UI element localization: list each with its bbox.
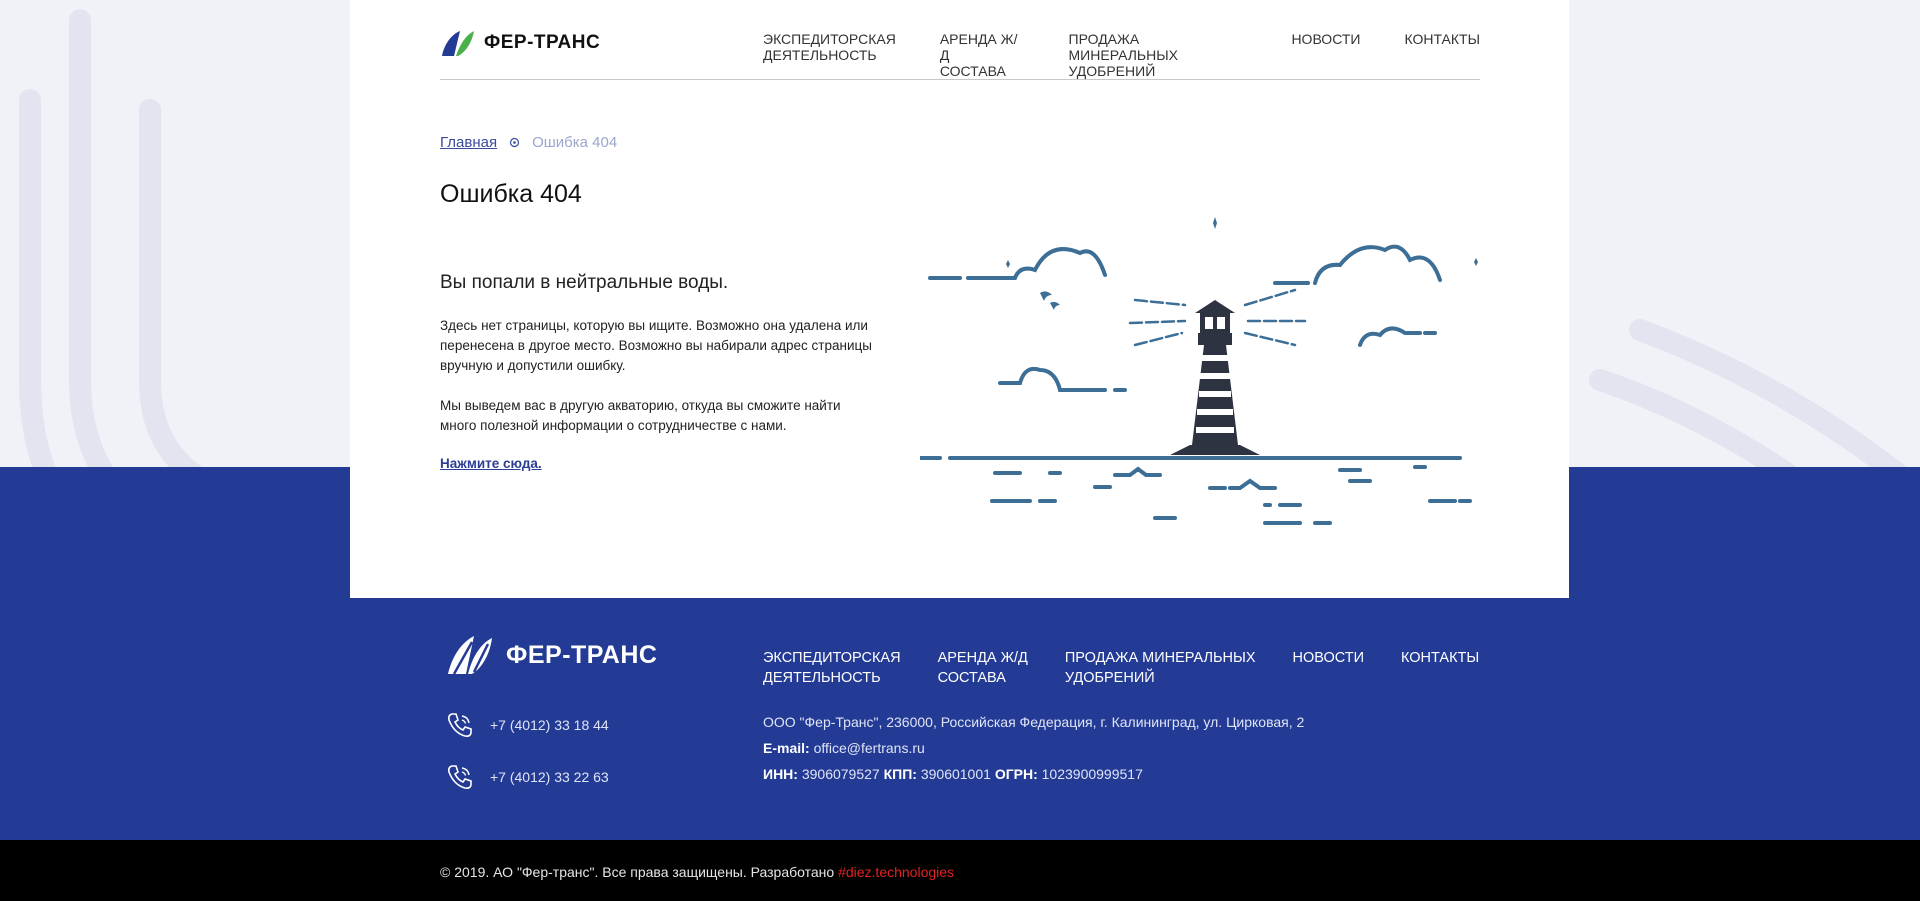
email-label: E-mail: — [763, 740, 810, 756]
header: ФЕР-ТРАНС ЭКСПЕДИТОРСКАЯ ДЕЯТЕЛЬНОСТЬ АР… — [440, 0, 1480, 80]
nav-item-news[interactable]: НОВОСТИ — [1291, 31, 1360, 79]
footer-brand-name: ФЕР-ТРАНС — [506, 640, 658, 669]
breadcrumb-home-link[interactable]: Главная — [440, 134, 497, 151]
error-subtitle: Вы попали в нейтральные воды. — [440, 272, 729, 293]
nav-item-rail-rental[interactable]: АРЕНДА Ж/Д СОСТАВА — [940, 31, 1025, 79]
leaf-logo-icon — [442, 31, 474, 56]
footer-nav-rail-rental[interactable]: АРЕНДА Ж/Д СОСТАВА — [938, 648, 1028, 688]
footer-brand-logo[interactable]: ФЕР-ТРАНС — [446, 636, 657, 674]
main-card: ФЕР-ТРАНС ЭКСПЕДИТОРСКАЯ ДЕЯТЕЛЬНОСТЬ АР… — [350, 0, 1569, 598]
footer-phone-1[interactable]: +7 (4012) 33 18 44 — [446, 711, 609, 739]
footer-address: ООО "Фер-Транс", 236000, Российская Феде… — [763, 714, 1305, 730]
nav-item-contacts[interactable]: КОНТАКТЫ — [1404, 31, 1480, 79]
lighthouse-illustration — [920, 217, 1478, 525]
error-redirect-text: Мы выведем вас в другую акваторию, откуд… — [440, 398, 841, 433]
error-description: Здесь нет страницы, которую вы ищите. Во… — [440, 318, 872, 373]
phone-number: +7 (4012) 33 18 44 — [490, 717, 609, 733]
brand-logo[interactable]: ФЕР-ТРАНС — [440, 30, 600, 56]
footer-nav-expedition[interactable]: ЭКСПЕДИТОРСКАЯ ДЕЯТЕЛЬНОСТЬ — [763, 648, 901, 688]
kpp-label: КПП: — [883, 766, 917, 782]
ogrn-value: 1023900999517 — [1041, 766, 1143, 782]
kpp-value: 390601001 — [920, 766, 991, 782]
brand-name: ФЕР-ТРАНС — [484, 32, 601, 53]
phone-number: +7 (4012) 33 22 63 — [490, 769, 609, 785]
footer-nav-news[interactable]: НОВОСТИ — [1293, 648, 1365, 688]
page-title: Ошибка 404 — [440, 180, 582, 208]
inn-label: ИНН: — [763, 766, 798, 782]
phone-icon — [448, 713, 472, 737]
copyright: © 2019. АО "Фер-транс". Все права защище… — [440, 864, 954, 880]
breadcrumb-current: Ошибка 404 — [532, 134, 618, 151]
footer-leaf-logo-icon — [448, 636, 492, 674]
footer-nav-fertilizers[interactable]: ПРОДАЖА МИНЕРАЛЬНЫХ УДОБРЕНИЙ — [1065, 648, 1256, 688]
breadcrumb: Главная Ошибка 404 — [440, 134, 617, 151]
inn-value: 3906079527 — [801, 766, 880, 782]
developer-link[interactable]: #diez.technologies — [838, 864, 954, 880]
breadcrumb-separator-icon — [509, 137, 520, 148]
ogrn-label: ОГРН: — [994, 766, 1038, 782]
nav-item-fertilizers[interactable]: ПРОДАЖА МИНЕРАЛЬНЫХ УДОБРЕНИЙ — [1069, 31, 1248, 79]
footer-requisites: ИНН: 3906079527 КПП: 390601001 ОГРН: 102… — [763, 766, 1143, 782]
footer-phone-2[interactable]: +7 (4012) 33 22 63 — [446, 763, 609, 791]
footer-nav-contacts[interactable]: КОНТАКТЫ — [1401, 648, 1479, 688]
copyright-text: © 2019. АО "Фер-транс". Все права защище… — [440, 864, 835, 880]
main-nav: ЭКСПЕДИТОРСКАЯ ДЕЯТЕЛЬНОСТЬ АРЕНДА Ж/Д С… — [763, 31, 1480, 79]
click-here-link[interactable]: Нажмите сюда. — [440, 456, 542, 471]
nav-item-expedition[interactable]: ЭКСПЕДИТОРСКАЯ ДЕЯТЕЛЬНОСТЬ — [763, 31, 896, 79]
footer-email: E-mail: office@fertrans.ru — [763, 740, 925, 756]
bottom-bar — [0, 840, 1920, 901]
phone-icon — [448, 765, 472, 789]
footer-nav: ЭКСПЕДИТОРСКАЯ ДЕЯТЕЛЬНОСТЬ АРЕНДА Ж/Д С… — [763, 648, 1479, 688]
email-link[interactable]: office@fertrans.ru — [814, 740, 925, 756]
